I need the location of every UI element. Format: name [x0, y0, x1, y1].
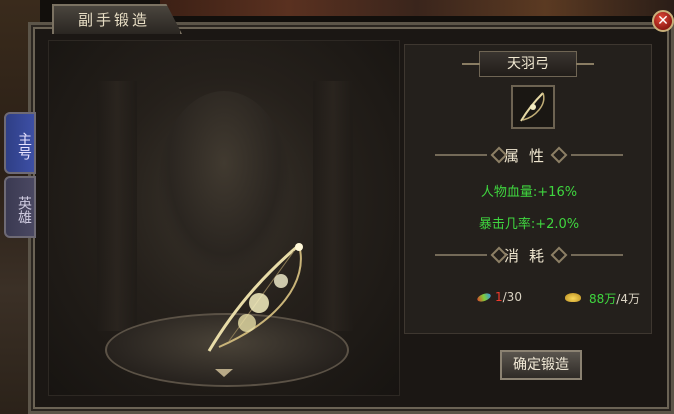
bow-model	[207, 243, 303, 352]
close-button[interactable]: ✕	[652, 10, 674, 32]
bow-icon	[520, 92, 545, 122]
divider-line	[435, 154, 487, 156]
attribute-crit: 暴击几率:+2.0%	[478, 217, 580, 232]
gold-owned: 88万	[589, 292, 617, 306]
close-icon: ✕	[657, 13, 669, 29]
window-title: 副手锻造	[78, 11, 151, 29]
item-info-panel: 天羽弓 属性 人物血量:+16% 暴击几率:+2.0% 消耗 1/30 88万/…	[404, 44, 652, 334]
divider-line	[435, 254, 487, 256]
gem-required: /30	[502, 290, 522, 304]
gold-cost: 88万/4万	[589, 290, 640, 307]
divider-line	[571, 254, 623, 256]
pedestal-arrow-icon	[215, 369, 233, 377]
character-tabs: 主号 英雄	[4, 112, 36, 248]
item-showcase	[48, 40, 400, 396]
game-background-top	[160, 0, 674, 16]
gem-cost: 1/30	[495, 290, 522, 304]
item-slot[interactable]	[511, 85, 555, 129]
attributes-title: 属性	[503, 147, 554, 165]
showcase-pillar-left	[97, 81, 137, 331]
divider-line	[571, 154, 623, 156]
tab-hero[interactable]: 英雄	[4, 176, 36, 238]
attributes-header: 属性	[435, 145, 623, 165]
gem-icon	[476, 291, 492, 304]
cost-title: 消耗	[503, 247, 554, 265]
attribute-hp: 人物血量:+16%	[480, 185, 578, 200]
tab-main-character[interactable]: 主号	[4, 112, 36, 174]
cost-header: 消耗	[435, 245, 623, 265]
gem-owned: 1	[495, 290, 503, 304]
gold-required: /4万	[616, 292, 640, 306]
gold-ingot-icon	[565, 293, 581, 302]
confirm-forge-button[interactable]: 确定锻造	[500, 350, 582, 380]
item-name: 天羽弓	[462, 51, 594, 77]
